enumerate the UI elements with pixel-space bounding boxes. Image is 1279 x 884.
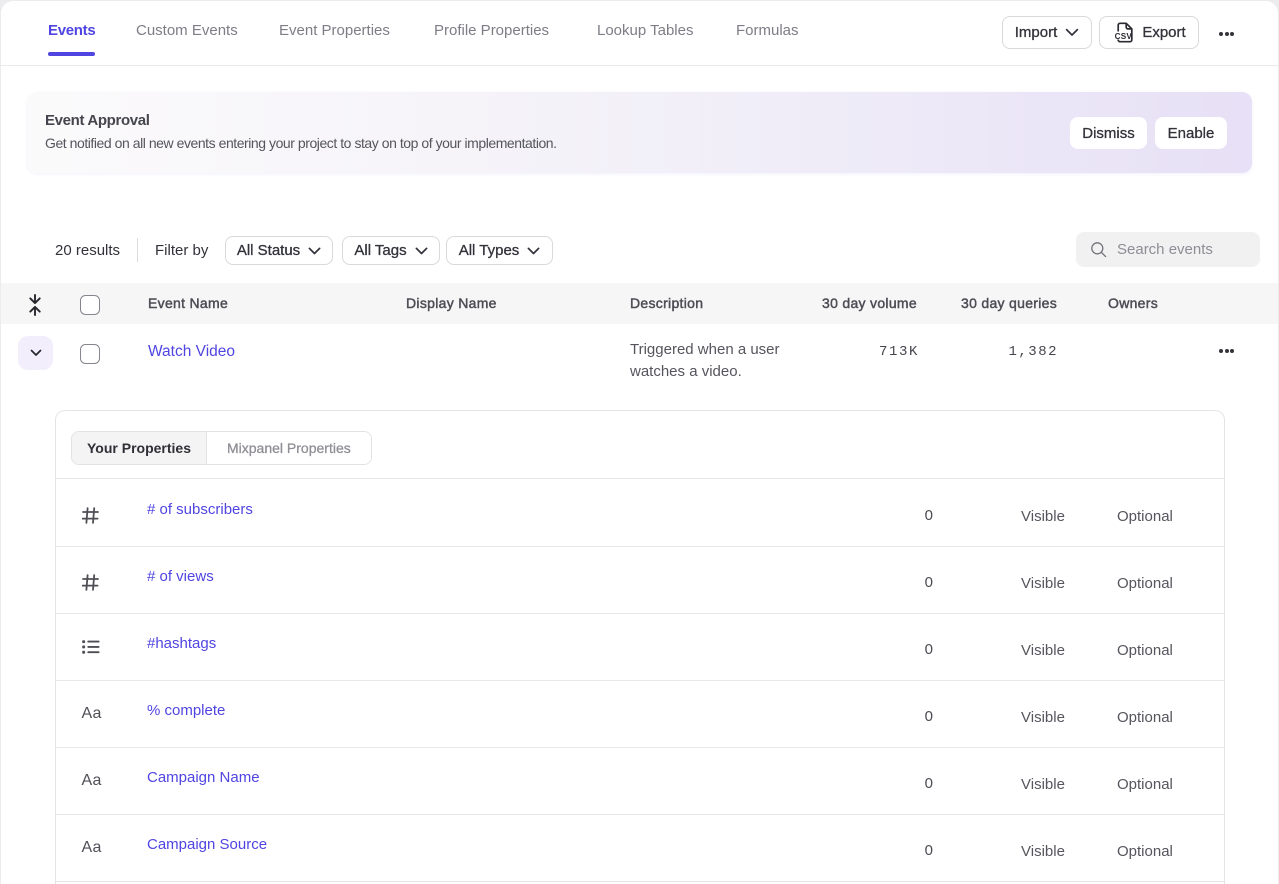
svg-text:CSV: CSV	[1115, 32, 1132, 41]
